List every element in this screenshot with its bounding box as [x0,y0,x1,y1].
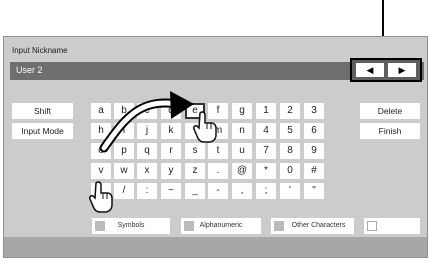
key-r3-c0[interactable]: v [91,163,111,179]
extra-indicator [367,221,377,231]
key-r3-c8[interactable]: 0 [280,163,300,179]
symbols-mode-button[interactable]: Symbols [92,218,170,234]
key-r0-c6[interactable]: g [232,103,252,119]
key-r0-c9[interactable]: 3 [304,103,324,119]
key-r4-c1[interactable]: / [114,183,134,199]
key-r4-c5[interactable]: - [208,183,228,199]
key-r3-c2[interactable]: x [137,163,157,179]
bottom-bar [4,237,427,257]
key-r4-c9[interactable]: " [304,183,324,199]
other-characters-mode-button[interactable]: Other Characters [271,218,354,234]
key-r2-c4[interactable]: s [185,143,205,159]
key-r0-c2[interactable]: c [137,103,157,119]
key-r1-c8[interactable]: 5 [280,123,300,139]
key-r2-c7[interactable]: 7 [256,143,276,159]
key-r2-c3[interactable]: r [161,143,181,159]
key-r2-c1[interactable]: p [114,143,134,159]
key-r0-c7[interactable]: 1 [256,103,276,119]
key-r4-c6[interactable]: , [232,183,252,199]
symbols-label: Symbols [117,222,145,229]
key-r3-c9[interactable]: # [304,163,324,179]
key-r0-c8[interactable]: 2 [280,103,300,119]
key-r1-c7[interactable]: 4 [256,123,276,139]
cursor-arrows: ◀ ▶ [350,58,422,82]
key-r4-c4[interactable]: _ [185,183,205,199]
key-r2-c2[interactable]: q [137,143,157,159]
key-r1-c2[interactable]: j [137,123,157,139]
key-r1-c4[interactable]: l [185,123,205,139]
key-r3-c4[interactable]: z [185,163,205,179]
key-r1-c5[interactable]: m [208,123,228,139]
delete-key[interactable]: Delete [360,103,420,119]
other-characters-label: Other Characters [291,222,346,229]
key-r4-c7[interactable]: ; [256,183,276,199]
shift-key[interactable]: Shift [12,103,73,119]
key-r3-c6[interactable]: @ [232,163,252,179]
cursor-left-button[interactable]: ◀ [356,63,384,77]
key-r2-c8[interactable]: 8 [280,143,300,159]
key-r4-c0[interactable] [91,183,111,199]
key-r3-c5[interactable]: . [208,163,228,179]
key-r4-c3[interactable]: ~ [161,183,181,199]
key-r0-c3[interactable]: d [161,103,181,119]
key-r3-c7[interactable]: * [256,163,276,179]
key-r3-c3[interactable]: y [161,163,181,179]
extra-mode-button[interactable] [364,218,420,234]
alphanumeric-mode-button[interactable]: Alphanumeric [181,218,261,234]
key-r2-c9[interactable]: 9 [304,143,324,159]
keyboard-screen: Input Nickname User 2 ◀ ▶ Shift Input Mo… [3,36,428,258]
nickname-value: User 2 [16,65,43,75]
key-r1-c9[interactable]: 6 [304,123,324,139]
alphanumeric-label: Alphanumeric [199,222,243,229]
key-r2-c5[interactable]: t [208,143,228,159]
key-r0-c5[interactable]: f [208,103,228,119]
key-r3-c1[interactable]: w [114,163,134,179]
screen-title: Input Nickname [12,46,68,55]
key-r1-c0[interactable]: h [91,123,111,139]
key-r4-c8[interactable]: ' [280,183,300,199]
key-r0-c1[interactable]: b [114,103,134,119]
key-r1-c6[interactable]: n [232,123,252,139]
key-r2-c0[interactable]: o [91,143,111,159]
key-r0-c4[interactable]: e [185,103,205,119]
finish-key[interactable]: Finish [360,123,420,139]
key-r0-c0[interactable]: a [91,103,111,119]
key-r2-c6[interactable]: u [232,143,252,159]
key-r1-c3[interactable]: k [161,123,181,139]
cursor-right-button[interactable]: ▶ [388,63,416,77]
input-mode-key[interactable]: Input Mode [12,123,73,139]
key-r1-c1[interactable]: i [114,123,134,139]
key-r4-c2[interactable]: : [137,183,157,199]
